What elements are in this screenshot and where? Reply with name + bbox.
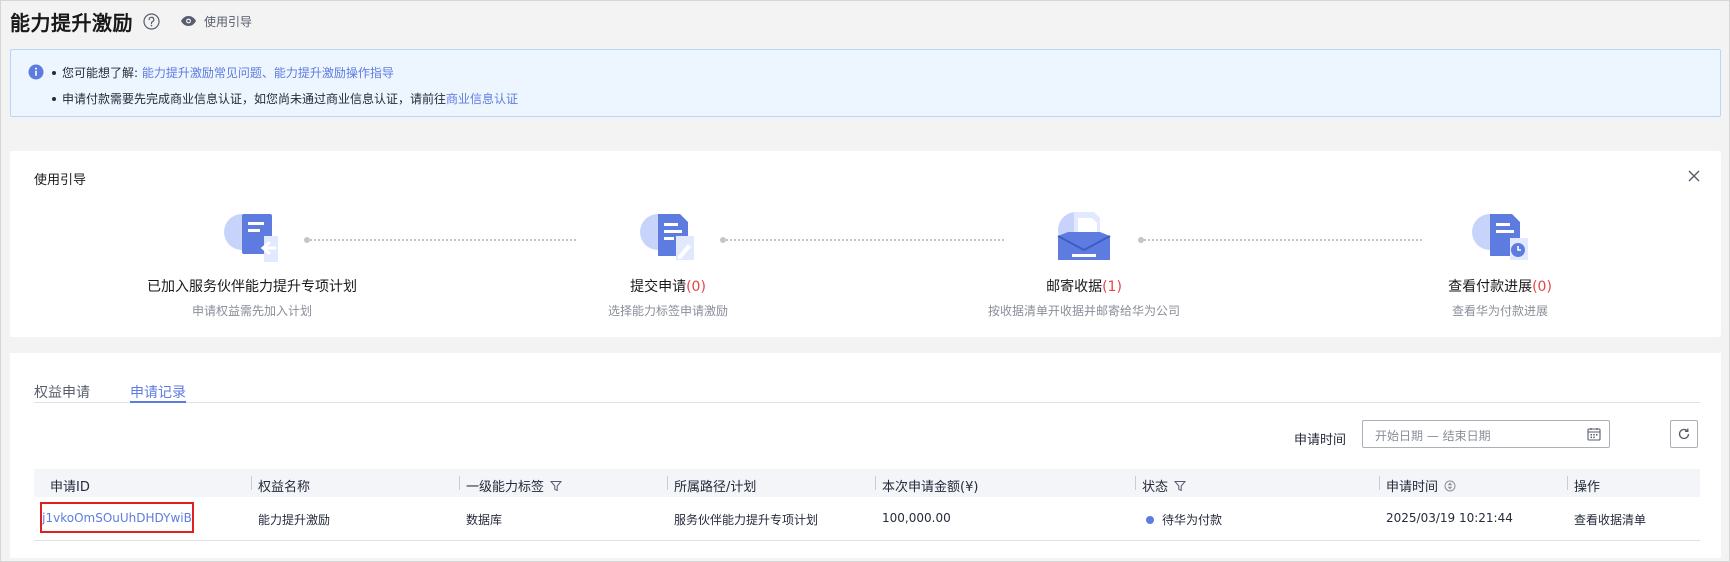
notice-line-cert: 申请付款需要先完成商业信息认证，如您尚未通过商业信息认证，请前往商业信息认证 bbox=[50, 90, 518, 107]
step-mail-receipt: 邮寄收据(1) 按收据清单开收据并邮寄给华为公司 bbox=[954, 206, 1214, 319]
column-separator bbox=[1379, 476, 1380, 490]
column-separator bbox=[1135, 476, 1136, 490]
col-capability-tag: 一级能力标签 bbox=[466, 476, 563, 495]
col-amount: 本次申请金额(¥) bbox=[882, 480, 979, 495]
tab-bar: 权益申请 申请记录 bbox=[34, 373, 1700, 403]
status-text: 待华为付款 bbox=[1162, 513, 1223, 527]
view-receipt-list-link[interactable]: 查看收据清单 bbox=[1574, 511, 1646, 528]
step-payment-progress: 查看付款进展(0) 查看华为付款进展 bbox=[1370, 206, 1630, 319]
step-count: (0) bbox=[1532, 279, 1552, 295]
col-status-label: 状态 bbox=[1142, 480, 1169, 495]
step-count: (0) bbox=[686, 279, 706, 295]
column-separator bbox=[459, 476, 460, 490]
tab-application-records[interactable]: 申请记录 bbox=[130, 382, 186, 402]
notice-cert-text: 申请付款需要先完成商业信息认证，如您尚未通过商业信息认证，请前往 bbox=[62, 92, 447, 106]
usage-guide-card: 使用引导 已加入服务伙伴能力提升专项计划 申请权益需先加入计划 提交申请(0) … bbox=[10, 151, 1721, 337]
refresh-button[interactable] bbox=[1670, 420, 1698, 448]
plan-joined-icon bbox=[224, 214, 278, 262]
col-benefit-name: 权益名称 bbox=[258, 480, 311, 495]
table-row: j1vkoOmSOuUhDHDYwiB 能力提升激励 数据库 服务伙伴能力提升专… bbox=[34, 497, 1700, 541]
status-cell: 待华为付款 bbox=[1146, 511, 1222, 528]
info-icon bbox=[28, 64, 44, 80]
usage-guide-link[interactable]: 使用引导 bbox=[180, 13, 252, 30]
col-path-plan: 所属路径/计划 bbox=[674, 480, 757, 495]
faq-link[interactable]: 能力提升激励常见问题 bbox=[142, 66, 262, 80]
business-cert-link[interactable]: 商业信息认证 bbox=[446, 92, 518, 106]
step-name: 邮寄收据 bbox=[1046, 279, 1103, 295]
step-name: 查看付款进展 bbox=[1448, 279, 1533, 295]
usage-guide-label: 使用引导 bbox=[204, 14, 253, 29]
bullet bbox=[52, 96, 56, 101]
page-header: 能力提升激励 使用引导 bbox=[10, 8, 252, 35]
payment-progress-icon bbox=[1472, 214, 1528, 260]
eye-icon bbox=[180, 15, 197, 27]
close-icon[interactable] bbox=[1688, 170, 1700, 182]
guide-title: 使用引导 bbox=[34, 173, 87, 188]
info-notice: 您可能想了解: 能力提升激励常见问题、能力提升激励操作指导 申请付款需要先完成商… bbox=[10, 49, 1721, 117]
column-separator bbox=[667, 476, 668, 490]
application-time-cell: 2025/03/19 10:21:44 bbox=[1386, 511, 1513, 525]
submit-application-icon bbox=[640, 214, 694, 260]
records-table: 申请ID 权益名称 一级能力标签 所属路径/计划 本次申请金额(¥) 状态 申请… bbox=[34, 469, 1700, 541]
column-separator bbox=[875, 476, 876, 490]
mail-receipt-icon bbox=[1057, 212, 1111, 260]
step-desc: 选择能力标签申请激励 bbox=[607, 304, 728, 318]
operation-guide-link[interactable]: 能力提升激励操作指导 bbox=[274, 66, 394, 80]
step-desc: 按收据清单开收据并邮寄给华为公司 bbox=[987, 304, 1180, 318]
notice-line-faq: 您可能想了解: 能力提升激励常见问题、能力提升激励操作指导 bbox=[50, 64, 394, 81]
col-actions: 操作 bbox=[1574, 480, 1601, 495]
column-separator bbox=[1567, 476, 1568, 490]
application-time-label: 申请时间 bbox=[1294, 433, 1347, 448]
step-join-plan: 已加入服务伙伴能力提升专项计划 申请权益需先加入计划 bbox=[122, 206, 382, 319]
help-icon[interactable] bbox=[143, 12, 160, 30]
col-application-time-label: 申请时间 bbox=[1386, 480, 1439, 495]
step-connector bbox=[304, 237, 576, 243]
benefit-name-cell: 能力提升激励 bbox=[258, 513, 331, 527]
step-desc: 查看华为付款进展 bbox=[1451, 304, 1548, 318]
separator: 、 bbox=[261, 66, 274, 80]
col-capability-tag-label: 一级能力标签 bbox=[466, 480, 545, 495]
capability-tag-link[interactable]: 数据库 bbox=[466, 511, 502, 528]
bullet bbox=[52, 70, 56, 75]
step-name: 提交申请 bbox=[630, 279, 687, 295]
step-count: (1) bbox=[1102, 279, 1122, 295]
date-range-input[interactable]: 开始日期 — 结束日期 bbox=[1362, 420, 1610, 448]
refresh-icon bbox=[1678, 428, 1690, 440]
tab-benefit-application[interactable]: 权益申请 bbox=[34, 382, 90, 402]
application-id-link[interactable]: j1vkoOmSOuUhDHDYwiB bbox=[40, 502, 194, 533]
sort-icon[interactable] bbox=[1444, 480, 1456, 492]
table-header: 申请ID 权益名称 一级能力标签 所属路径/计划 本次申请金额(¥) 状态 申请… bbox=[34, 469, 1700, 497]
date-range-placeholder: 开始日期 — 结束日期 bbox=[1375, 429, 1491, 443]
col-status: 状态 bbox=[1142, 476, 1187, 495]
path-plan-cell: 服务伙伴能力提升专项计划 bbox=[674, 513, 819, 527]
filter-icon[interactable] bbox=[550, 480, 563, 492]
calendar-icon[interactable] bbox=[1587, 427, 1601, 441]
records-card: 权益申请 申请记录 申请时间 开始日期 — 结束日期 申请ID 权益名称 一级能… bbox=[10, 353, 1721, 558]
page-title: 能力提升激励 bbox=[10, 10, 133, 35]
col-application-id: 申请ID bbox=[50, 480, 90, 495]
step-submit: 提交申请(0) 选择能力标签申请激励 bbox=[538, 206, 798, 319]
notice-prefix: 您可能想了解: bbox=[62, 66, 139, 80]
amount-cell: 100,000.00 bbox=[882, 511, 951, 525]
column-separator bbox=[251, 476, 252, 490]
step-desc: 申请权益需先加入计划 bbox=[191, 304, 312, 318]
step-name: 已加入服务伙伴能力提升专项计划 bbox=[147, 279, 357, 295]
active-tab-underline bbox=[130, 401, 186, 403]
status-dot bbox=[1146, 515, 1154, 524]
filter-icon[interactable] bbox=[1174, 480, 1187, 492]
col-application-time: 申请时间 bbox=[1386, 476, 1456, 495]
